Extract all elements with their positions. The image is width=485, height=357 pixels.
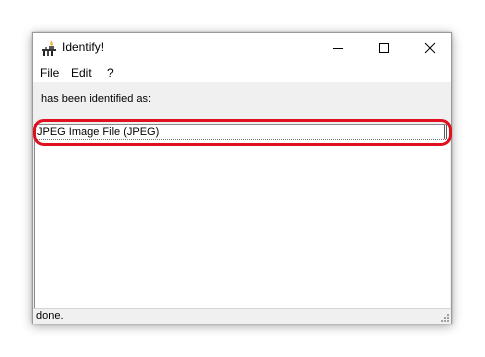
minimize-icon [333,48,343,49]
menu-edit[interactable]: Edit [71,66,92,80]
title-bar[interactable]: Identify! [33,33,451,63]
identified-message: has been identified as: [41,93,152,105]
close-button[interactable] [407,33,453,63]
menu-help[interactable]: ? [107,66,114,80]
close-icon [424,42,436,54]
row-scroll-indicator [444,125,448,139]
list-item[interactable]: JPEG Image File (JPEG) [35,125,448,140]
result-item-text: JPEG Image File (JPEG) [37,126,160,138]
menu-bar: File Edit ? [33,63,451,82]
status-text: done. [36,310,64,322]
identify-window: Identify! File Edit ? has been identifie… [32,32,452,324]
minimize-button[interactable] [315,33,361,63]
maximize-icon [379,43,389,53]
status-bar: done. [33,308,451,324]
identify-app-icon [42,40,56,56]
window-title: Identify! [62,40,105,54]
menu-file[interactable]: File [40,66,59,80]
resize-grip-icon[interactable] [440,313,450,323]
maximize-button[interactable] [361,33,407,63]
result-list[interactable]: JPEG Image File (JPEG) [33,119,452,308]
